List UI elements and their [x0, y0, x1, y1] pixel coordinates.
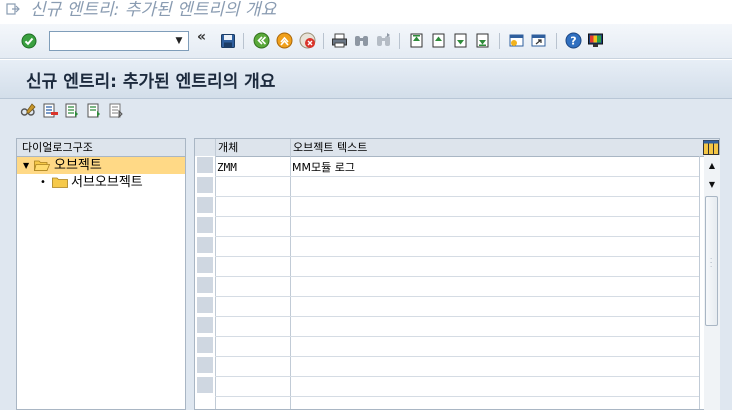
- first-page-icon[interactable]: [408, 32, 425, 49]
- application-toolbar: [0, 99, 732, 123]
- table-settings-icon[interactable]: [703, 140, 719, 155]
- screen-header: 신규 엔트리: 추가된 엔트리의 개요: [0, 60, 732, 99]
- toolbar-separator: [499, 33, 500, 49]
- row-selector[interactable]: [197, 257, 213, 275]
- back-icon[interactable]: [253, 32, 270, 49]
- row-divider: [215, 296, 699, 297]
- row-selector[interactable]: [197, 157, 213, 175]
- bullet-icon: •: [40, 177, 46, 188]
- row-divider: [215, 316, 699, 317]
- toolbar-separator: [243, 33, 244, 49]
- window-title: 신규 엔트리: 추가된 엔트리의 개요: [30, 0, 277, 20]
- dialog-structure-tree: 다이얼로그구조 ▼ 오브젝트 • 서브오브젝트: [16, 138, 186, 410]
- command-field-toggle[interactable]: «: [197, 29, 206, 45]
- help-icon[interactable]: ?: [565, 32, 582, 49]
- row-divider: [215, 396, 699, 397]
- shortcut-icon[interactable]: [530, 32, 547, 49]
- screen-title: 신규 엔트리: 추가된 엔트리의 개요: [26, 72, 276, 92]
- exit-window-icon[interactable]: [6, 2, 20, 16]
- row-selector[interactable]: [197, 277, 213, 295]
- find-icon[interactable]: [353, 32, 370, 49]
- tree-node-label: 오브젝트: [54, 158, 102, 173]
- print-icon[interactable]: [331, 32, 348, 49]
- cancel-icon[interactable]: [299, 32, 316, 49]
- folder-icon: [52, 177, 68, 188]
- column-divider: [290, 139, 291, 409]
- exit-icon[interactable]: [276, 32, 293, 49]
- column-divider: [215, 139, 216, 409]
- scrollbar-thumb[interactable]: ⁚ ⁚: [705, 196, 718, 326]
- column-divider: [699, 156, 700, 409]
- cell-object-text[interactable]: MM모듈 로그: [292, 159, 355, 176]
- svg-text:?: ?: [570, 35, 576, 48]
- window-title-bar: 신규 엔트리: 추가된 엔트리의 개요: [0, 0, 732, 24]
- row-divider: [215, 176, 699, 177]
- row-divider: [215, 336, 699, 337]
- toolbar-separator: [556, 33, 557, 49]
- row-selector[interactable]: [197, 317, 213, 335]
- tree-node-subobject[interactable]: • 서브오브젝트: [17, 174, 185, 191]
- grip-icon: ⁚ ⁚: [710, 257, 713, 269]
- tree-node-label: 서브오브젝트: [71, 175, 143, 190]
- scroll-down-icon[interactable]: ▼: [704, 176, 720, 192]
- open-folder-icon: [34, 160, 50, 171]
- row-divider: [215, 356, 699, 357]
- find-next-icon[interactable]: [375, 32, 392, 49]
- table-vertical-scrollbar[interactable]: ▲ ▼ ⁚ ⁚: [704, 155, 720, 410]
- select-block-icon[interactable]: [86, 102, 103, 119]
- customize-layout-icon[interactable]: [587, 32, 604, 49]
- row-selector[interactable]: [197, 297, 213, 315]
- next-page-icon[interactable]: [452, 32, 469, 49]
- save-icon[interactable]: [219, 32, 236, 49]
- row-divider: [215, 376, 699, 377]
- toolbar-separator: [399, 33, 400, 49]
- row-selector[interactable]: [197, 217, 213, 235]
- row-divider: [215, 256, 699, 257]
- row-divider: [215, 276, 699, 277]
- toolbar-separator: [323, 33, 324, 49]
- column-header-object[interactable]: 개체: [215, 139, 291, 156]
- expand-arrow-icon[interactable]: ▼: [23, 157, 29, 174]
- last-page-icon[interactable]: [474, 32, 491, 49]
- enter-icon[interactable]: [20, 32, 37, 49]
- new-session-icon[interactable]: [508, 32, 525, 49]
- previous-page-icon[interactable]: [430, 32, 447, 49]
- tree-header: 다이얼로그구조: [17, 139, 185, 157]
- row-selector[interactable]: [197, 177, 213, 195]
- tree-node-object[interactable]: ▼ 오브젝트: [17, 157, 185, 174]
- select-all-icon[interactable]: [64, 102, 81, 119]
- row-divider: [215, 236, 699, 237]
- entries-table: 개체 오브젝트 텍스트 ZMM MM모듈 로그: [194, 138, 720, 410]
- row-selector[interactable]: [197, 237, 213, 255]
- command-dropdown-icon[interactable]: ▼: [170, 32, 188, 50]
- column-header-object-text[interactable]: 오브젝트 텍스트: [290, 139, 590, 156]
- command-field[interactable]: ▼: [49, 31, 189, 51]
- row-selector[interactable]: [197, 337, 213, 355]
- row-selector[interactable]: [197, 357, 213, 375]
- scroll-up-icon[interactable]: ▲: [704, 157, 720, 173]
- command-input[interactable]: [52, 33, 168, 49]
- row-divider: [215, 216, 699, 217]
- cell-object[interactable]: ZMM: [217, 159, 237, 176]
- row-selector[interactable]: [197, 377, 213, 395]
- row-selector[interactable]: [197, 197, 213, 215]
- delete-icon[interactable]: [42, 102, 59, 119]
- row-selector-column: [195, 156, 215, 409]
- table-header: 개체 오브젝트 텍스트: [195, 139, 719, 157]
- row-divider: [215, 196, 699, 197]
- deselect-all-icon[interactable]: [108, 102, 125, 119]
- change-display-icon[interactable]: [20, 102, 37, 119]
